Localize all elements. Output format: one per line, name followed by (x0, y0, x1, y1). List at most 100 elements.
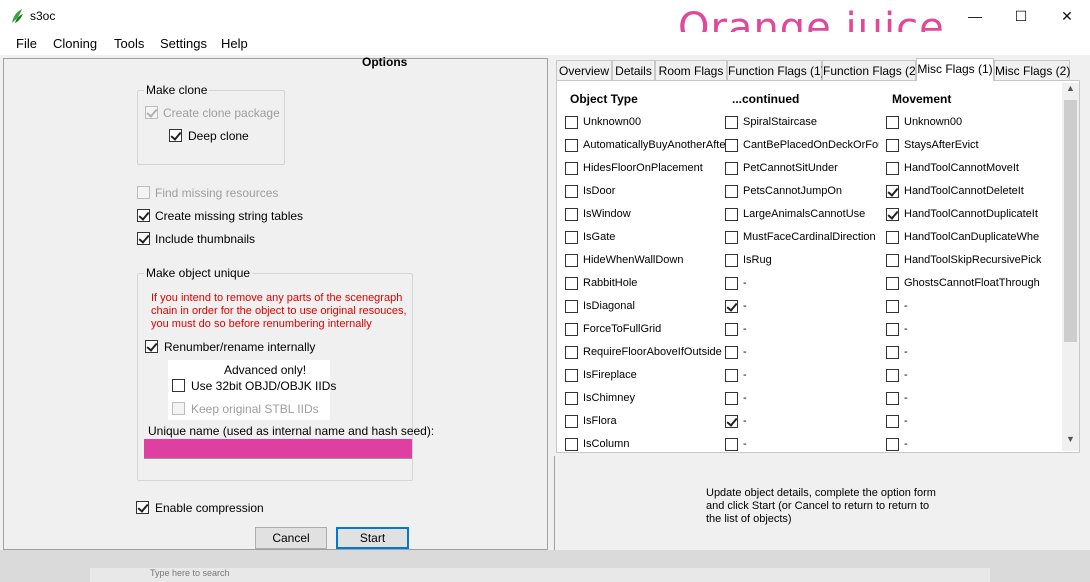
flag-checkbox[interactable] (886, 116, 899, 129)
advanced-title: Advanced only! (224, 363, 307, 377)
flag-checkbox[interactable] (565, 162, 578, 175)
flag-checkbox[interactable] (886, 346, 899, 359)
flag-checkbox[interactable] (565, 208, 578, 221)
taskbar-search-text[interactable]: Type here to search (150, 568, 230, 578)
minimize-button[interactable]: — (952, 0, 998, 32)
use-32bit-iids-checkbox[interactable] (172, 379, 185, 392)
flag-label: IsColumn (583, 438, 630, 450)
scroll-thumb[interactable] (1064, 100, 1077, 342)
flag-label: - (904, 392, 908, 404)
start-button[interactable]: Start (336, 527, 409, 549)
flag-checkbox[interactable] (886, 369, 899, 382)
menu-tools[interactable]: Tools (114, 36, 144, 51)
tab-details[interactable]: Details (612, 60, 655, 80)
create-clone-package-checkbox[interactable] (145, 106, 158, 119)
status-text: Update object details, complete the opti… (706, 487, 936, 525)
flag-label: IsFireplace (583, 369, 637, 381)
flag-label: HidesFloorOnPlacement (583, 162, 703, 174)
menu-bar: File Cloning Tools Settings Help (0, 32, 1090, 55)
flag-checkbox[interactable] (886, 208, 899, 221)
flag-checkbox[interactable] (725, 300, 738, 313)
window-title: s3oc (30, 9, 56, 23)
flag-checkbox[interactable] (886, 300, 899, 313)
flag-checkbox[interactable] (565, 438, 578, 451)
flag-checkbox[interactable] (886, 277, 899, 290)
flag-checkbox[interactable] (886, 162, 899, 175)
flag-label: - (743, 346, 747, 358)
keep-stbl-iids-checkbox[interactable] (172, 402, 185, 415)
options-title: Options (362, 55, 408, 69)
flag-label: CantBePlacedOnDeckOrFou (743, 139, 879, 151)
tab-function-flags-1[interactable]: Function Flags (1) (727, 60, 825, 80)
flag-checkbox[interactable] (565, 323, 578, 336)
scroll-up-arrow-icon[interactable]: ▲ (1062, 83, 1079, 98)
flag-checkbox[interactable] (725, 185, 738, 198)
flag-checkbox[interactable] (886, 231, 899, 244)
flag-label: - (904, 369, 908, 381)
flag-label: - (743, 277, 747, 289)
unique-name-input[interactable] (144, 439, 412, 459)
menu-cloning[interactable]: Cloning (53, 36, 97, 51)
flag-label: SpiralStaircase (743, 116, 817, 128)
column-header-movement: Movement (892, 92, 952, 106)
flag-checkbox[interactable] (565, 415, 578, 428)
flag-checkbox[interactable] (565, 185, 578, 198)
flag-checkbox[interactable] (725, 231, 738, 244)
flag-checkbox[interactable] (725, 323, 738, 336)
flag-checkbox[interactable] (565, 116, 578, 129)
tab-misc-flags-2[interactable]: Misc Flags (2) (994, 60, 1070, 80)
menu-file[interactable]: File (16, 36, 37, 51)
deep-clone-checkbox[interactable] (169, 129, 182, 142)
flag-checkbox[interactable] (565, 254, 578, 267)
tab-function-flags-2[interactable]: Function Flags (2) (822, 60, 920, 80)
renumber-checkbox[interactable] (145, 340, 158, 353)
keep-stbl-iids-label: Keep original STBL IIDs (191, 402, 319, 416)
flag-checkbox[interactable] (565, 369, 578, 382)
flag-checkbox[interactable] (725, 208, 738, 221)
flag-checkbox[interactable] (725, 162, 738, 175)
flag-checkbox[interactable] (886, 323, 899, 336)
flag-checkbox[interactable] (565, 392, 578, 405)
flag-checkbox[interactable] (886, 415, 899, 428)
flag-checkbox[interactable] (886, 392, 899, 405)
flag-checkbox[interactable] (725, 415, 738, 428)
flag-checkbox[interactable] (725, 254, 738, 267)
flag-checkbox[interactable] (725, 116, 738, 129)
close-button[interactable]: ✕ (1044, 0, 1090, 32)
flag-label: - (904, 415, 908, 427)
menu-settings[interactable]: Settings (160, 36, 207, 51)
tab-room-flags[interactable]: Room Flags (655, 60, 727, 80)
flag-checkbox[interactable] (565, 231, 578, 244)
flag-checkbox[interactable] (886, 139, 899, 152)
flag-checkbox[interactable] (886, 254, 899, 267)
enable-compression-checkbox[interactable] (136, 501, 149, 514)
cancel-button[interactable]: Cancel (255, 527, 327, 549)
flag-checkbox[interactable] (886, 438, 899, 451)
make-clone-title: Make clone (144, 83, 210, 97)
find-missing-resources-checkbox[interactable] (137, 186, 150, 199)
flag-label: - (904, 300, 908, 312)
flag-checkbox[interactable] (725, 346, 738, 359)
flags-scrollbar[interactable]: ▲ ▼ (1062, 83, 1079, 451)
flag-checkbox[interactable] (565, 300, 578, 313)
maximize-button[interactable]: ☐ (998, 0, 1044, 32)
tab-overview[interactable]: Overview (556, 60, 612, 80)
flag-checkbox[interactable] (565, 277, 578, 290)
include-thumbnails-checkbox[interactable] (137, 232, 150, 245)
create-missing-string-tables-checkbox[interactable] (137, 209, 150, 222)
flag-label: HandToolCannotMoveIt (904, 162, 1019, 174)
flag-checkbox[interactable] (725, 438, 738, 451)
flag-checkbox[interactable] (886, 185, 899, 198)
tab-strip: Overview Details Room Flags Function Fla… (554, 58, 1084, 81)
flag-checkbox[interactable] (725, 392, 738, 405)
flag-checkbox[interactable] (565, 346, 578, 359)
flag-checkbox[interactable] (725, 369, 738, 382)
menu-help[interactable]: Help (221, 36, 248, 51)
flag-checkbox[interactable] (725, 139, 738, 152)
flag-checkbox[interactable] (565, 139, 578, 152)
flag-label: ForceToFullGrid (583, 323, 662, 335)
flag-label: HandToolCanDuplicateWhe (904, 231, 1040, 243)
scroll-down-arrow-icon[interactable]: ▼ (1062, 434, 1079, 449)
tab-misc-flags-1[interactable]: Misc Flags (1) (916, 58, 994, 81)
flag-checkbox[interactable] (725, 277, 738, 290)
